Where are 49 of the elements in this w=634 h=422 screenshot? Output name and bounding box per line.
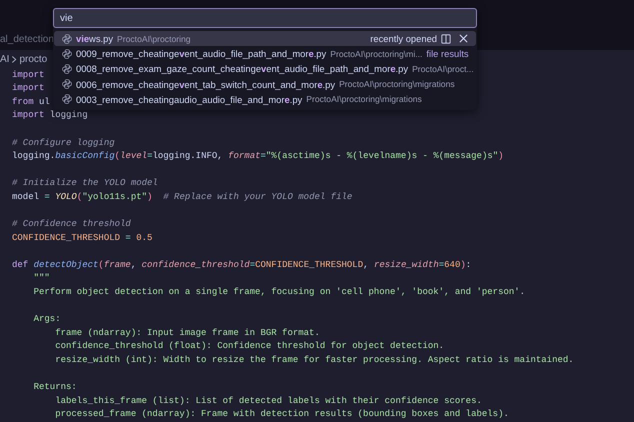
code-line: import logging — [12, 109, 88, 122]
breadcrumb-item[interactable]: procto — [19, 54, 48, 65]
code-line: CONFIDENCE_THRESHOLD = 0.5 — [12, 232, 152, 245]
code-line: Returns: — [32, 381, 77, 394]
code-line: Args: — [32, 313, 61, 326]
code-line: model = YOLO("yolo11s.pt") # Replace with your YOLO model file — [12, 190, 352, 204]
code-line: # Initialize the YOLO model — [12, 177, 158, 190]
python-icon — [62, 64, 72, 74]
code-line: logging.basicConfig(level=logging.INFO, format="%(asctime)s - %(levelname)s - %(message)s") — [12, 150, 504, 164]
code-line: # Configure logging — [12, 136, 115, 150]
code-line: processed_frame (ndarray): Frame with detection results (bounding boxes and labels). — [54, 408, 509, 422]
code-line: resize_width (int): Width to resize the frame for faster processing. Aspect ratio is maintained. — [54, 354, 574, 368]
code-line: def detectObject(frame, confidence_threshold=CONFIDENCE_THRESHOLD, resize_width=640): — [12, 258, 472, 272]
file-name: 0006_remove_cheatingevent_tab_switch_count_and_more.py — [76, 78, 336, 90]
file-path: ProctoAI\proctoring\migrations — [306, 94, 422, 104]
chevron-right-icon — [11, 54, 18, 64]
file-name: views.py — [76, 33, 114, 44]
code-line: # Confidence threshold — [12, 218, 131, 232]
quick-open-item[interactable]: 0009_remove_cheatingevent_audio_file_path_and_more.py ProctoAI\proctoring\mi... file results — [54, 46, 476, 62]
code-line: frame (ndarray): Input image frame in BGR format. — [54, 326, 320, 340]
file-path: ProctoAI\proctoring — [117, 34, 191, 44]
file-path: ProctoAI\proctoring\migrations — [339, 79, 455, 90]
file-name: 0003_remove_cheatingaudio_audio_file_and_more.py — [76, 94, 302, 105]
code-line: import — [12, 68, 44, 82]
editor-tab[interactable]: al_detection — [0, 34, 54, 50]
quick-open-item[interactable]: 0008_remove_exam_gaze_count_cheatingevent_audio_file_path_and_more.py ProctoAI\proct... — [54, 61, 476, 77]
python-icon — [62, 48, 72, 59]
python-icon — [62, 79, 72, 90]
file-path: ProctoAI\proctoring\mi... — [330, 48, 422, 59]
code-line: confidence_threshold (float): Confidence threshold for object detection. — [54, 340, 444, 354]
python-icon — [62, 34, 72, 44]
file-name: 0008_remove_exam_gaze_count_cheatingevent_audio_file_path_and_more.py — [76, 63, 408, 74]
python-icon — [62, 94, 72, 104]
file-path: ProctoAI\proct... — [412, 64, 474, 74]
code-line: from ul — [12, 96, 50, 109]
code-line: """ — [32, 272, 50, 286]
quick-open-item[interactable]: 0006_remove_cheatingevent_tab_switch_count_and_more.py ProctoAI\proctoring\migrations — [54, 76, 476, 92]
breadcrumb-item[interactable]: AI — [0, 54, 10, 65]
code-line: Perform object detection on a single frame, focusing on 'cell phone', 'book', and 'person'. — [32, 286, 526, 300]
code-line: import — [12, 82, 44, 96]
quick-open-item[interactable]: views.py ProctoAI\proctoring recently opened — [54, 31, 476, 46]
section-label: file results — [426, 48, 469, 60]
file-name: 0009_remove_cheatingevent_audio_file_path_and_more.py — [76, 48, 326, 60]
close-icon[interactable] — [459, 34, 468, 44]
code-line: labels_this_frame (list): List of detected labels with their confidence scores. — [54, 394, 482, 408]
quick-open-item[interactable]: 0003_remove_cheatingaudio_audio_file_and_more.py ProctoAI\proctoring\migrations — [54, 92, 476, 107]
section-label: recently opened — [370, 33, 437, 44]
search-field[interactable]: vie — [53, 8, 477, 28]
split-editor-icon[interactable] — [441, 34, 451, 44]
